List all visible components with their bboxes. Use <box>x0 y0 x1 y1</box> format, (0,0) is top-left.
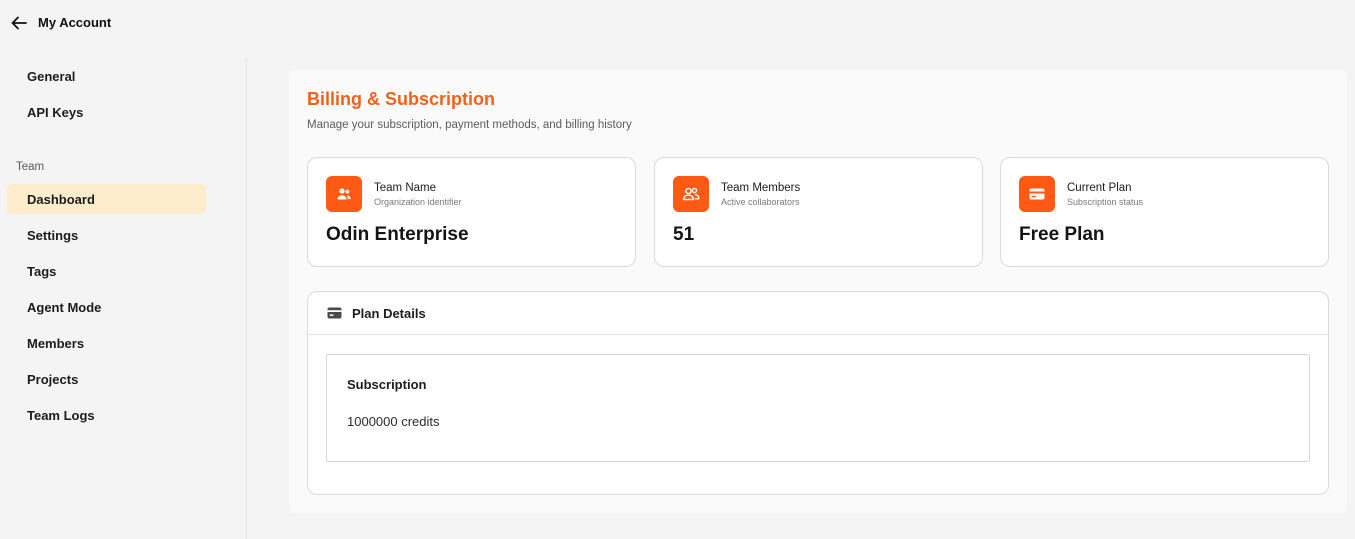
sidebar-item-settings[interactable]: Settings <box>7 220 206 250</box>
credit-card-icon <box>1019 176 1055 212</box>
team-name-label: Team Name <box>374 182 436 194</box>
subscription-box: Subscription 1000000 credits <box>326 354 1310 462</box>
sidebar-item-general[interactable]: General <box>7 61 206 91</box>
page-title: Billing & Subscription <box>307 89 495 109</box>
current-plan-value: Free Plan <box>1019 224 1105 245</box>
page-header-title: My Account <box>38 15 112 30</box>
subscription-title: Subscription <box>347 377 427 392</box>
team-members-value: 51 <box>673 224 695 245</box>
team-members-card: Team Members Active collaborators 51 <box>654 157 983 267</box>
sidebar-item-members[interactable]: Members <box>7 328 206 358</box>
users-icon <box>326 176 362 212</box>
sidebar: General API Keys Team Dashboard Settings… <box>0 58 246 539</box>
page-subtitle: Manage your subscription, payment method… <box>307 119 632 131</box>
account-header: My Account <box>0 0 300 45</box>
team-name-sublabel: Organization identifier <box>374 197 462 207</box>
arrow-left-icon[interactable] <box>10 14 28 32</box>
current-plan-sublabel: Subscription status <box>1067 197 1144 207</box>
sidebar-item-team-logs[interactable]: Team Logs <box>7 400 206 430</box>
current-plan-card: Current Plan Subscription status Free Pl… <box>1000 157 1329 267</box>
credit-card-icon <box>327 307 342 319</box>
team-members-sublabel: Active collaborators <box>721 197 800 207</box>
sidebar-divider <box>246 58 247 539</box>
plan-details-card: Plan Details Subscription 1000000 credit… <box>307 291 1329 495</box>
team-name-value: Odin Enterprise <box>326 224 469 245</box>
plan-details-header: Plan Details <box>308 292 1328 335</box>
subscription-credits: 1000000 credits <box>347 414 440 429</box>
team-name-card: Team Name Organization identifier Odin E… <box>307 157 636 267</box>
sidebar-item-dashboard[interactable]: Dashboard <box>7 184 206 214</box>
current-plan-label: Current Plan <box>1067 182 1132 194</box>
sidebar-section-team-label: Team <box>16 161 45 173</box>
plan-details-title: Plan Details <box>352 305 426 321</box>
sidebar-item-projects[interactable]: Projects <box>7 364 206 394</box>
sidebar-item-agent-mode[interactable]: Agent Mode <box>7 292 206 322</box>
sidebar-item-tags[interactable]: Tags <box>7 256 206 286</box>
sidebar-item-api-keys[interactable]: API Keys <box>7 97 206 127</box>
billing-panel: Billing & Subscription Manage your subsc… <box>289 70 1347 513</box>
group-icon <box>673 176 709 212</box>
team-members-label: Team Members <box>721 182 801 194</box>
